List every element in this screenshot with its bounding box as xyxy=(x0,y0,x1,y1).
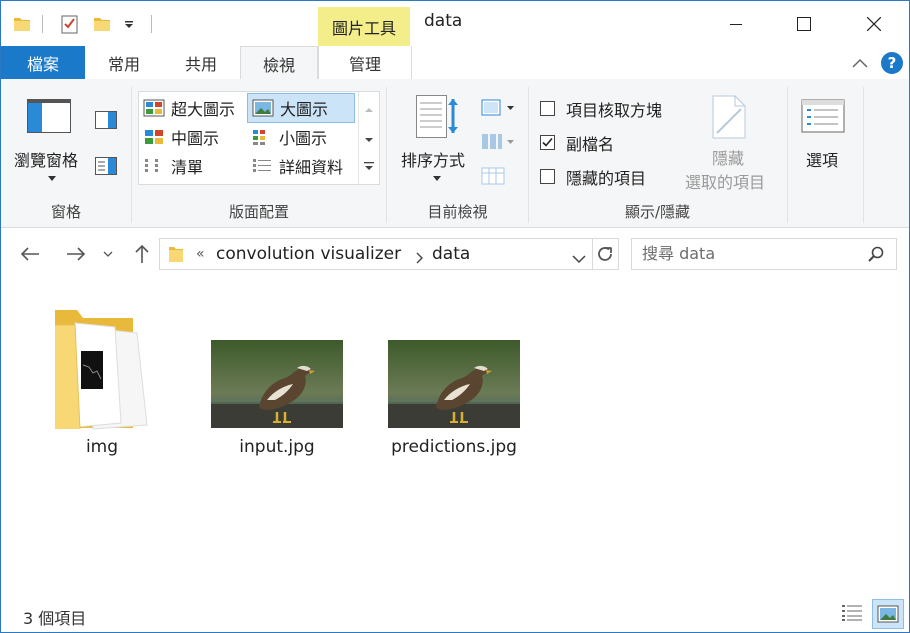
eagle-photo-thumbnail-icon xyxy=(388,340,520,428)
tab-view[interactable]: 檢視 xyxy=(240,46,318,81)
navigation-pane-icon[interactable] xyxy=(27,99,71,137)
navigation-bar: « convolution visualizer data xyxy=(1,228,909,280)
layout-gallery-scroll[interactable] xyxy=(358,92,379,184)
window-title: data xyxy=(424,11,463,31)
details-pane-icon[interactable] xyxy=(95,157,117,179)
address-bar[interactable]: « convolution visualizer data xyxy=(159,238,593,270)
breadcrumb-convolution-visualizer[interactable]: convolution visualizer xyxy=(216,244,401,264)
tab-home[interactable]: 常用 xyxy=(92,46,156,79)
help-icon[interactable]: ? xyxy=(881,52,903,74)
layout-list[interactable]: 清單 xyxy=(139,152,245,180)
file-extensions-label[interactable]: 副檔名 xyxy=(566,131,614,155)
address-history-chevron-icon[interactable] xyxy=(572,249,586,268)
layout-extra-large-icons[interactable]: 超大圖示 xyxy=(139,94,245,122)
recent-locations-chevron-icon[interactable] xyxy=(98,241,118,267)
medium-icons-icon xyxy=(143,128,165,146)
navigation-pane-button[interactable]: 瀏覽窗格 xyxy=(14,147,78,171)
customize-toolbar-chevron-icon[interactable] xyxy=(121,13,137,35)
layout-small-icons[interactable]: 小圖示 xyxy=(247,123,353,151)
hide-selected-icon xyxy=(712,95,746,143)
picture-tools-tab[interactable]: 圖片工具 xyxy=(318,7,410,46)
refresh-icon xyxy=(598,247,612,261)
details-view-icon[interactable] xyxy=(841,603,863,627)
file-name: input.jpg xyxy=(239,437,315,457)
size-columns-icon xyxy=(481,165,505,191)
refresh-button[interactable] xyxy=(592,238,619,270)
hide-selected-label-1: 隱藏 xyxy=(712,149,745,168)
add-columns-icon xyxy=(481,131,517,157)
layout-label: 詳細資料 xyxy=(279,158,344,177)
hide-selected-label-2: 選取的項目 xyxy=(685,173,766,192)
file-extensions-checkbox[interactable] xyxy=(540,135,555,150)
large-icons-view-icon[interactable] xyxy=(872,599,904,629)
back-button[interactable] xyxy=(17,241,43,267)
details-icon xyxy=(251,157,273,175)
breadcrumb-separator-icon[interactable] xyxy=(415,249,423,268)
folder-icon xyxy=(11,13,33,35)
tab-manage[interactable]: 管理 xyxy=(318,46,412,79)
item-checkboxes-label[interactable]: 項目核取方塊 xyxy=(566,97,662,121)
forward-button[interactable] xyxy=(63,241,89,267)
maximize-button[interactable] xyxy=(781,1,827,46)
breadcrumb-overflow[interactable]: « xyxy=(196,246,205,262)
small-icons-icon xyxy=(251,128,273,146)
hidden-items-checkbox[interactable] xyxy=(540,169,555,184)
file-name: predictions.jpg xyxy=(391,437,517,457)
properties-icon[interactable] xyxy=(59,13,81,35)
search-box xyxy=(631,238,897,270)
group-label-show-hide: 顯示/隱藏 xyxy=(624,203,691,221)
layout-label: 大圖示 xyxy=(280,100,329,119)
layout-details[interactable]: 詳細資料 xyxy=(247,152,353,180)
group-by-icon[interactable] xyxy=(481,97,517,123)
search-icon[interactable] xyxy=(868,246,884,266)
sort-by-icon[interactable] xyxy=(416,95,460,143)
eagle-photo-thumbnail-icon xyxy=(211,340,343,428)
close-button[interactable] xyxy=(851,1,897,46)
chevron-down-icon[interactable] xyxy=(48,167,56,186)
options-button[interactable]: 選項 xyxy=(806,147,838,171)
item-checkboxes-checkbox[interactable] xyxy=(540,101,555,116)
file-item-img[interactable]: img xyxy=(41,300,163,460)
list-icon xyxy=(143,157,165,175)
explorer-window: 圖片工具 data 檔案 常用 共用 檢視 管理 ? 瀏覽窗格 窗格 超大圖示 … xyxy=(0,0,910,633)
minimize-button[interactable] xyxy=(713,1,759,46)
search-input[interactable] xyxy=(642,239,862,267)
file-item-predictions-jpg[interactable]: predictions.jpg xyxy=(378,335,530,460)
layout-medium-icons[interactable]: 中圖示 xyxy=(139,123,245,151)
status-bar: 3 個項目 xyxy=(1,597,909,632)
collapse-ribbon-chevron-icon[interactable] xyxy=(851,54,869,73)
layout-label: 超大圖示 xyxy=(171,100,236,119)
layout-large-icons[interactable]: 大圖示 xyxy=(247,93,355,123)
new-folder-icon[interactable] xyxy=(91,13,113,35)
up-button[interactable] xyxy=(129,241,155,267)
group-label-pane: 窗格 xyxy=(50,203,81,221)
layout-label: 清單 xyxy=(171,158,204,177)
item-count: 3 個項目 xyxy=(23,609,87,628)
chevron-down-icon[interactable] xyxy=(433,167,441,186)
extra-large-icons-icon xyxy=(143,99,165,117)
file-name: img xyxy=(85,437,119,457)
large-icons-icon xyxy=(252,99,274,117)
preview-pane-icon[interactable] xyxy=(95,111,117,133)
tab-file[interactable]: 檔案 xyxy=(1,46,85,79)
breadcrumb-data[interactable]: data xyxy=(432,244,470,264)
title-bar: 圖片工具 data xyxy=(1,1,909,46)
file-item-input-jpg[interactable]: input.jpg xyxy=(201,335,353,460)
group-label-layout: 版面配置 xyxy=(228,203,289,221)
ribbon-tabs: 檔案 常用 共用 檢視 管理 ? xyxy=(1,46,909,81)
ribbon-view: 瀏覽窗格 窗格 超大圖示 大圖示 中圖示 小圖示 清單 詳細資料 版面配置 排序… xyxy=(1,79,909,228)
folder-icon xyxy=(168,245,184,267)
layout-label: 小圖示 xyxy=(279,129,328,148)
layout-gallery: 超大圖示 大圖示 中圖示 小圖示 清單 詳細資料 xyxy=(138,91,380,185)
file-list: img input.jpg predictions.jpg xyxy=(1,280,909,597)
tab-share[interactable]: 共用 xyxy=(169,46,233,79)
group-label-current-view: 目前檢視 xyxy=(427,203,488,221)
folder-icon xyxy=(55,310,148,430)
hidden-items-label[interactable]: 隱藏的項目 xyxy=(566,165,646,189)
options-icon[interactable] xyxy=(801,99,845,137)
layout-label: 中圖示 xyxy=(171,129,220,148)
